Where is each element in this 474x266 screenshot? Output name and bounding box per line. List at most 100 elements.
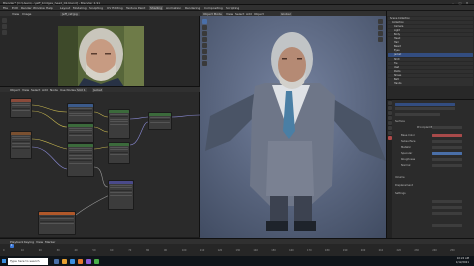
menu-view[interactable]: View	[12, 12, 19, 16]
settings-field[interactable]	[432, 224, 462, 227]
texture-coordinate-node[interactable]	[10, 98, 32, 118]
section-settings[interactable]: Settings	[395, 192, 406, 195]
zoom-icon[interactable]	[2, 30, 7, 35]
section-volume[interactable]: Volume	[395, 176, 405, 179]
tab-uv-editing[interactable]: UV Editing	[107, 6, 123, 10]
material-slot-list[interactable]	[395, 103, 455, 106]
tab-compositing[interactable]: Compositing	[204, 6, 223, 10]
menu-add[interactable]: Add	[246, 12, 252, 16]
output-tab-icon[interactable]	[387, 111, 392, 115]
specular-field[interactable]	[432, 152, 462, 155]
roughness-field[interactable]	[432, 158, 462, 161]
menu-object[interactable]: Object	[254, 12, 264, 16]
color-ramp-node[interactable]	[67, 123, 94, 143]
image-editor[interactable]: View Image Jeff_ref.jpg	[0, 11, 200, 90]
task-view-icon[interactable]	[54, 258, 59, 264]
outliner-row[interactable]: Body	[388, 32, 473, 37]
scene-tab-icon[interactable]	[387, 116, 392, 120]
render-tab-icon[interactable]	[387, 106, 392, 110]
tab-sculpting[interactable]: Sculpting	[89, 6, 103, 10]
move-icon[interactable]	[202, 31, 207, 36]
mix-rgb-node[interactable]	[108, 109, 130, 139]
menu-file[interactable]: File	[3, 6, 8, 10]
outliner-row[interactable]: Tie	[388, 61, 473, 66]
noise-texture-node[interactable]	[67, 143, 94, 177]
select-icon[interactable]	[202, 19, 207, 24]
material-name-field[interactable]	[395, 113, 440, 116]
outliner-row[interactable]: Scene Collection	[388, 16, 473, 21]
mapping-node[interactable]	[67, 103, 94, 123]
menu-help[interactable]: Help	[46, 6, 53, 10]
current-frame-indicator[interactable]: 1	[10, 244, 14, 248]
shader-node-editor[interactable]: Object View Select Add Node Use Nodes Sl…	[0, 86, 200, 237]
menu-render[interactable]: Render	[21, 6, 32, 10]
settings-field[interactable]	[432, 212, 462, 215]
maximize-button[interactable]: □	[458, 1, 462, 5]
section-surface[interactable]: Surface	[395, 120, 405, 123]
menu-select[interactable]: Select	[235, 12, 244, 16]
properties-editor[interactable]: Surface Principled BSDF Base Color Subsu…	[386, 100, 474, 238]
taskbar-clock[interactable]: 10:24 AM 1/12/2021	[456, 257, 469, 264]
settings-field[interactable]	[432, 200, 462, 203]
rotate-icon[interactable]	[202, 37, 207, 42]
menu-window[interactable]: Window	[33, 6, 45, 10]
close-button[interactable]: ✕	[465, 1, 469, 5]
minimize-button[interactable]: –	[451, 1, 455, 5]
scale-icon[interactable]	[202, 43, 207, 48]
tab-texture-paint[interactable]: Texture Paint	[126, 6, 145, 10]
base-color-field[interactable]	[432, 134, 462, 137]
principled-bsdf-node[interactable]	[148, 112, 172, 130]
metallic-field[interactable]	[432, 146, 462, 149]
image-selector[interactable]: Jeff_ref.jpg	[60, 12, 80, 16]
material-slot-list[interactable]	[395, 107, 455, 110]
normal-field[interactable]	[432, 164, 462, 167]
tab-scripting[interactable]: Scripting	[226, 6, 239, 10]
menu-marker[interactable]: Marker	[45, 240, 55, 244]
settings-field[interactable]	[432, 206, 462, 209]
outliner-row[interactable]: Belt	[388, 78, 473, 82]
tab-modeling[interactable]: Modeling	[73, 6, 87, 10]
normal-map-node[interactable]	[108, 180, 134, 210]
outliner[interactable]: Scene Collection Collection Camera Light…	[386, 11, 474, 100]
cursor-icon[interactable]	[202, 25, 207, 30]
tab-shading[interactable]: Shading	[149, 6, 164, 11]
menu-edit[interactable]: Edit	[12, 6, 18, 10]
section-displacement[interactable]: Displacement	[395, 184, 413, 187]
outliner-row[interactable]: Eyes	[388, 49, 473, 53]
material-output-node[interactable]	[38, 211, 76, 235]
store-icon[interactable]	[86, 258, 91, 264]
menu-keying[interactable]: Keying	[24, 240, 34, 244]
subsurface-field[interactable]	[432, 140, 462, 143]
outliner-row[interactable]: Shirt	[388, 57, 473, 62]
tab-layout[interactable]: Layout	[60, 6, 70, 10]
taskbar-search-input[interactable]: Type here to search	[8, 257, 48, 265]
blender-app-icon[interactable]	[78, 258, 83, 264]
transform-icon[interactable]	[202, 49, 207, 54]
cursor-icon[interactable]	[2, 18, 7, 23]
file-explorer-icon[interactable]	[62, 258, 67, 264]
grid-icon[interactable]	[378, 37, 383, 42]
menu-image[interactable]: Image	[22, 12, 31, 16]
world-tab-icon[interactable]	[387, 121, 392, 125]
outliner-row[interactable]: Light	[388, 28, 473, 33]
move-icon[interactable]	[2, 24, 7, 29]
object-tab-icon[interactable]	[387, 126, 392, 130]
material-tab-icon[interactable]	[387, 136, 392, 140]
outliner-row[interactable]: Camera	[388, 24, 473, 29]
mode-dropdown[interactable]: Object Mode	[202, 12, 223, 16]
tab-animation[interactable]: Animation	[166, 6, 181, 10]
transform-orientation[interactable]: Global	[280, 12, 292, 16]
outliner-row[interactable]: Vest	[388, 65, 473, 70]
camera-icon[interactable]	[378, 31, 383, 36]
timeline[interactable]: Playback Keying View Marker 1 0 10 20 30 40 5…	[0, 238, 474, 256]
outliner-row[interactable]: Pants	[388, 69, 473, 74]
outliner-row[interactable]: Beard	[388, 45, 473, 49]
menu-view[interactable]: View	[36, 240, 43, 244]
menu-view[interactable]: View	[226, 12, 233, 16]
modifier-tab-icon[interactable]	[387, 131, 392, 135]
tab-rendering[interactable]: Rendering	[185, 6, 200, 10]
app-icon[interactable]	[94, 258, 99, 264]
bump-node[interactable]	[108, 142, 130, 164]
outliner-row[interactable]: Shoes	[388, 73, 473, 78]
image-texture-node[interactable]	[10, 131, 32, 159]
